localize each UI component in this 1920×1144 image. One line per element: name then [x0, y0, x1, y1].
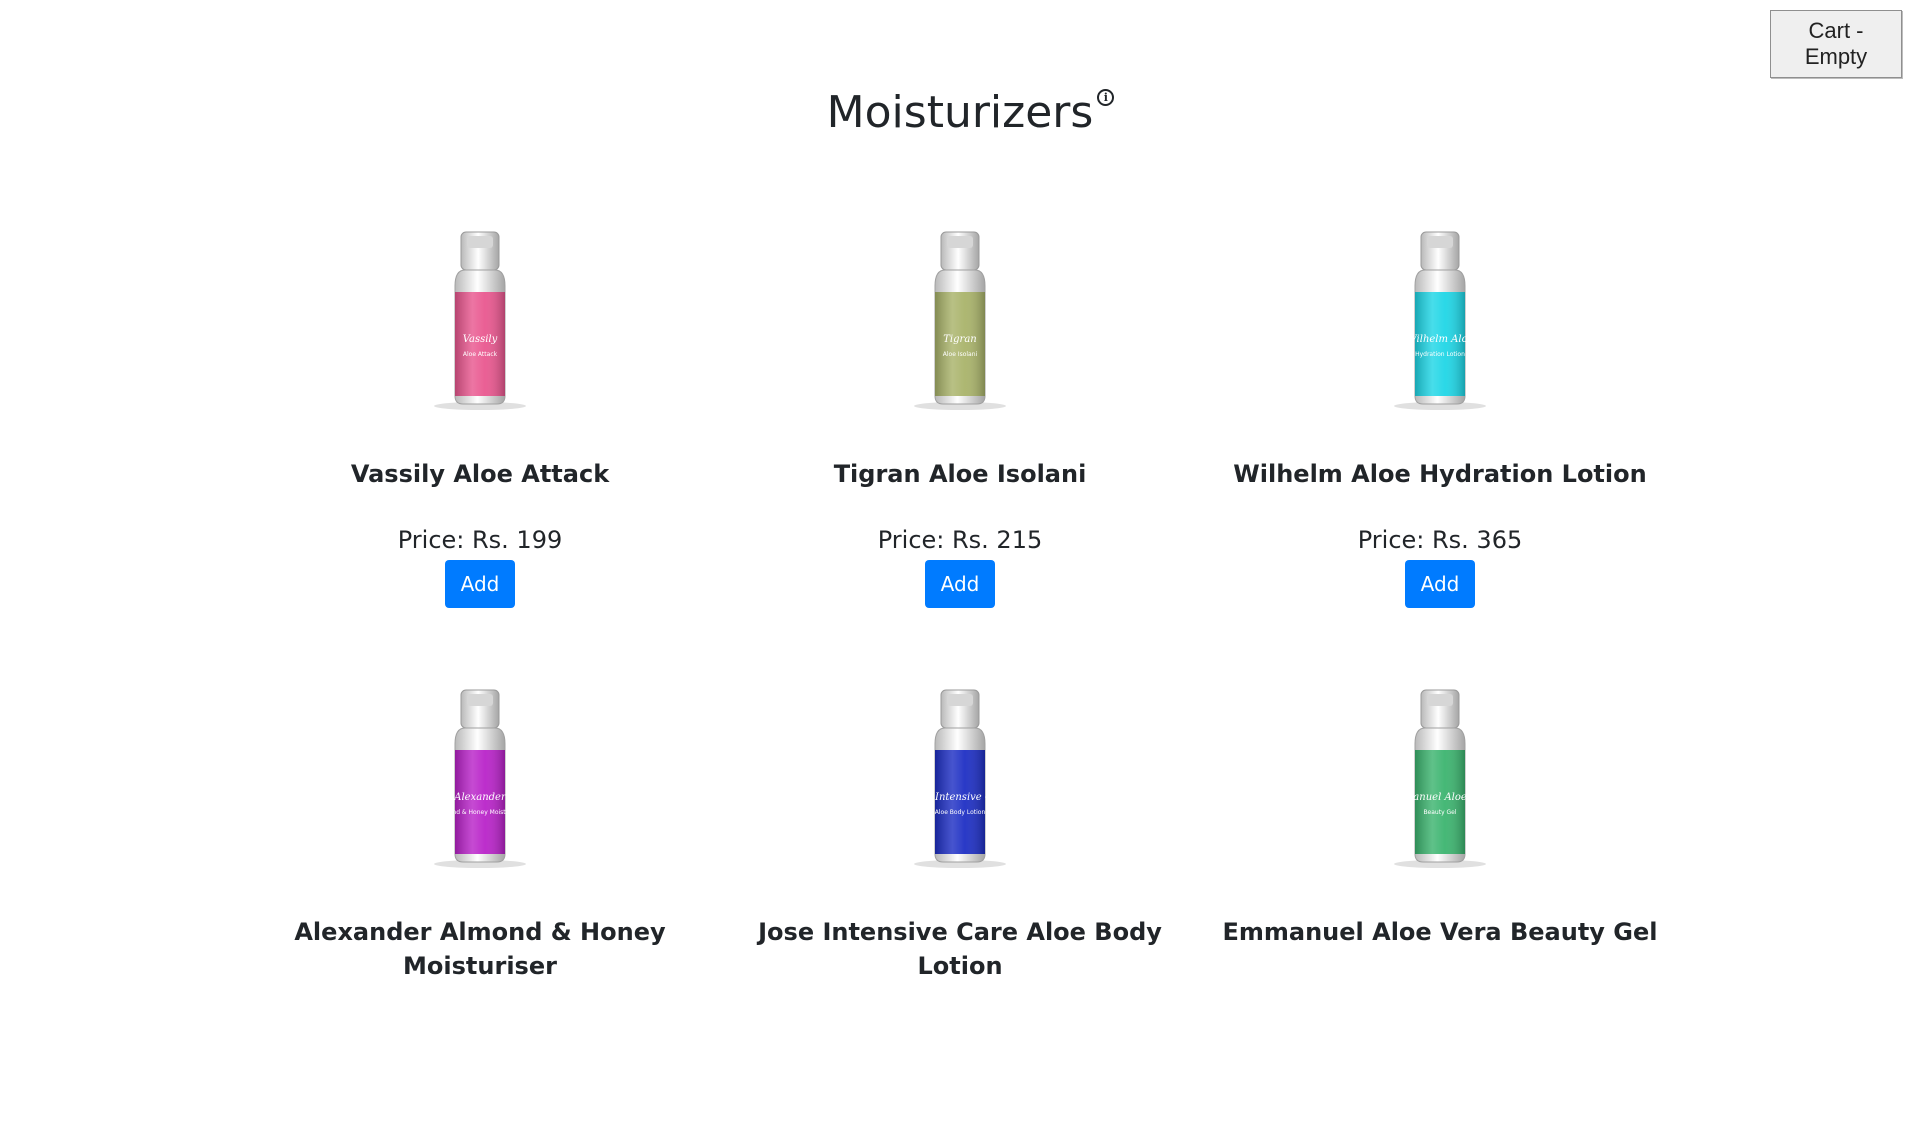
product-card: Emmanuel Aloe Vera Beauty Gel Emmanuel Al… — [1200, 686, 1680, 1086]
product-name: Tigran Aloe Isolani — [833, 460, 1087, 488]
product-image[interactable]: Wilhelm Aloe Hydration Lotion — [1375, 228, 1505, 413]
product-card: Vassily Aloe Attack Vassily Aloe Attack P… — [240, 228, 720, 628]
product-image[interactable]: Emmanuel Aloe Vera Beauty Gel — [1375, 686, 1505, 871]
product-image[interactable]: Vassily Aloe Attack — [415, 228, 545, 413]
product-card: Alexander Almond & Honey Moisturiser Alex… — [240, 686, 720, 1086]
svg-text:Tigran: Tigran — [943, 334, 976, 345]
product-name: Alexander Almond & Honey Moisturiser — [294, 918, 666, 980]
svg-text:Beauty Gel: Beauty Gel — [1423, 809, 1456, 816]
page-title: Moisturizers i — [0, 84, 1920, 142]
svg-text:Aloe Attack: Aloe Attack — [463, 351, 498, 358]
product-price: Price: Rs. 365 — [1357, 526, 1523, 554]
svg-text:Aloe Isolani: Aloe Isolani — [943, 351, 978, 358]
svg-text:Emmanuel Aloe Vera: Emmanuel Aloe Vera — [1386, 792, 1493, 803]
svg-text:Alexander: Alexander — [453, 792, 507, 803]
info-icon[interactable]: i — [1097, 89, 1115, 106]
product-row: Vassily Aloe Attack Vassily Aloe Attack P… — [0, 228, 1920, 686]
product-card: Tigran Aloe Isolani Tigran Aloe Isolani P… — [720, 228, 1200, 628]
page-title-text: Moisturizers — [826, 87, 1094, 138]
add-button[interactable]: Add — [925, 560, 995, 608]
product-name: Jose Intensive Care Aloe Body Lotion — [758, 918, 1162, 980]
product-image[interactable]: Alexander Almond & Honey Moisturiser — [415, 686, 545, 871]
product-name: Wilhelm Aloe Hydration Lotion — [1233, 460, 1647, 488]
product-price: Price: Rs. 215 — [877, 526, 1043, 554]
product-card: Jose Intensive Care Aloe Body Lotion Jose… — [720, 686, 1200, 1086]
svg-text:Vassily: Vassily — [463, 334, 498, 345]
svg-text:Almond & Honey Moisturiser: Almond & Honey Moisturiser — [437, 809, 523, 816]
page-title-wrapper: Moisturizers i — [826, 84, 1115, 142]
svg-text:Aloe Body Lotion: Aloe Body Lotion — [935, 809, 986, 816]
add-button[interactable]: Add — [1405, 560, 1475, 608]
svg-text:Hydration Lotion: Hydration Lotion — [1415, 351, 1465, 358]
product-row: Alexander Almond & Honey Moisturiser Alex… — [0, 686, 1920, 1144]
product-name: Emmanuel Aloe Vera Beauty Gel — [1222, 918, 1658, 946]
svg-text:Wilhelm Aloe: Wilhelm Aloe — [1406, 334, 1473, 345]
cart-button[interactable]: Cart - Empty — [1770, 10, 1902, 78]
add-button[interactable]: Add — [445, 560, 515, 608]
product-image[interactable]: Tigran Aloe Isolani — [895, 228, 1025, 413]
product-price: Price: Rs. 199 — [397, 526, 563, 554]
product-card: Wilhelm Aloe Hydration Lotion Wilhelm Alo… — [1200, 228, 1680, 628]
product-grid: Vassily Aloe Attack Vassily Aloe Attack P… — [0, 228, 1920, 1144]
product-image[interactable]: Jose Intensive Care Aloe Body Lotion — [895, 686, 1025, 871]
svg-text:Jose Intensive Care: Jose Intensive Care — [909, 792, 1009, 803]
product-name: Vassily Aloe Attack — [350, 460, 610, 488]
